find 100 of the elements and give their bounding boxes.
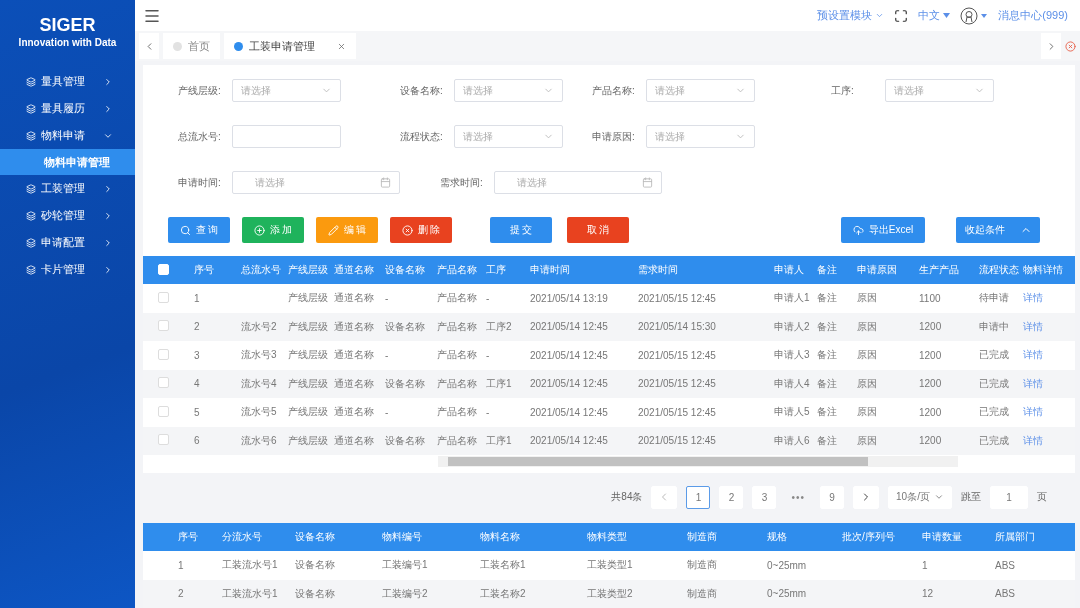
close-all-icon[interactable]	[1065, 40, 1076, 52]
chevron-icon	[103, 237, 113, 248]
action-button[interactable]: 编 辑	[316, 217, 378, 243]
date-field[interactable]: 请选择	[494, 171, 662, 194]
sidebar-item[interactable]: 砂轮管理	[0, 202, 135, 229]
table-cell: 工装编号2	[382, 587, 428, 599]
page-size-select[interactable]: 10条/页	[888, 485, 952, 509]
column-header: 生产产品	[918, 256, 978, 284]
table-cell: 2021/05/15 12:45	[638, 292, 716, 304]
table-cell: 2021/05/14 12:45	[530, 321, 608, 333]
table-cell: 1200	[919, 406, 942, 418]
column-header: 批次/序列号	[840, 523, 920, 551]
select-field[interactable]: 请选择	[454, 79, 563, 102]
sidebar-item[interactable]: 申请配置	[0, 229, 135, 256]
fullscreen-icon[interactable]	[894, 8, 909, 23]
select-field[interactable]: 请选择	[646, 125, 755, 148]
checkbox[interactable]	[158, 348, 169, 360]
sidebar-item[interactable]: 物料申请	[0, 122, 135, 149]
action-button[interactable]: 导出Excel	[841, 217, 925, 243]
table-cell: 通道名称	[334, 320, 374, 332]
table-cell: 已完成	[979, 406, 1009, 418]
table-cell: 流水号4	[241, 377, 277, 389]
table-cell: 5	[194, 406, 200, 418]
column-header: 申请人	[773, 256, 816, 284]
date-field[interactable]: 请选择	[232, 171, 400, 194]
detail-link[interactable]: 详情	[1023, 406, 1043, 418]
select-field[interactable]: 请选择	[232, 79, 341, 102]
column-header: 分流水号	[220, 523, 293, 551]
table-cell: 设备名称	[385, 320, 425, 332]
action-button[interactable]: 查 询	[168, 217, 230, 243]
table-cell: 待申请	[979, 292, 1009, 304]
page-button[interactable]: 1	[686, 485, 711, 509]
action-button[interactable]: 添 加	[242, 217, 304, 243]
language-dropdown[interactable]: 中文	[918, 8, 951, 24]
checkbox[interactable]	[158, 377, 169, 389]
select-field[interactable]: 请选择	[885, 79, 994, 102]
input-field[interactable]	[232, 125, 341, 148]
table-cell: 2021/05/15 12:45	[638, 349, 716, 361]
table-cell: 2021/05/14 12:45	[530, 406, 608, 418]
action-button[interactable]: 收起条件	[956, 217, 1040, 243]
sidebar-subitem[interactable]: 物料申请管理	[0, 149, 135, 175]
action-button[interactable]: 删 除	[390, 217, 452, 243]
select-field[interactable]: 请选择	[454, 125, 563, 148]
sidebar-item[interactable]: 量具管理	[0, 68, 135, 95]
jump-field[interactable]: 1	[990, 485, 1028, 509]
table-cell: 工序1	[486, 377, 512, 389]
table-cell: 已完成	[979, 434, 1009, 446]
table-cell: 2	[178, 588, 184, 600]
column-header: 物料名称	[478, 523, 585, 551]
tab[interactable]: 首页	[163, 33, 220, 60]
column-header: 备注	[816, 256, 856, 284]
action-button[interactable]: 提 交	[490, 217, 552, 243]
close-icon[interactable]	[337, 41, 346, 51]
prev-page-button[interactable]	[651, 485, 678, 509]
tab[interactable]: 工装申请管理	[224, 33, 356, 60]
detail-link[interactable]: 详情	[1023, 292, 1043, 304]
table-cell: 工序1	[486, 434, 512, 446]
page-button[interactable]: 3	[752, 485, 777, 509]
table-cell: 产线层级	[288, 349, 328, 361]
message-center-link[interactable]: 消息中心(999)	[998, 8, 1068, 24]
logo-tagline: Innovation with Data	[18, 37, 117, 48]
module-dropdown[interactable]: 预设置模块	[817, 8, 885, 24]
table-cell: 工装名称2	[480, 587, 526, 599]
detail-link[interactable]: 详情	[1023, 434, 1043, 446]
detail-link[interactable]: 详情	[1023, 377, 1043, 389]
table-cell: 2021/05/14 12:45	[530, 349, 608, 361]
checkbox[interactable]	[158, 405, 169, 417]
detail-link[interactable]: 详情	[1023, 320, 1043, 332]
chevron-icon	[103, 183, 113, 194]
page-button[interactable]: 9	[820, 485, 844, 509]
table-cell: 申请人2	[774, 320, 810, 332]
next-page-button[interactable]	[853, 485, 879, 509]
cloud-icon	[852, 224, 864, 236]
table-cell: 制造商	[687, 559, 717, 571]
tab-dot-icon	[173, 41, 182, 51]
table-cell: 2021/05/14 12:45	[530, 378, 608, 390]
table-cell: 1200	[919, 435, 942, 447]
checkbox[interactable]	[158, 320, 169, 332]
plus-icon	[253, 224, 265, 236]
sidebar-item[interactable]: 卡片管理	[0, 256, 135, 283]
jump-label: 跳至	[961, 490, 981, 504]
calendar-icon	[380, 177, 391, 188]
table-cell: -	[385, 349, 389, 361]
layers-icon	[26, 210, 36, 221]
select-field[interactable]: 请选择	[646, 79, 755, 102]
page-button[interactable]: 2	[719, 485, 744, 509]
sidebar-item[interactable]: 量具履历	[0, 95, 135, 122]
checkbox[interactable]	[158, 291, 169, 303]
table-cell: 2021/05/14 12:45	[530, 435, 608, 447]
avatar-icon[interactable]	[960, 6, 989, 25]
column-header: 产品名称	[436, 256, 485, 284]
action-button[interactable]: 取 消	[567, 217, 629, 243]
horizontal-scrollbar[interactable]	[438, 456, 958, 467]
table-cell: 6	[194, 435, 200, 447]
checkbox[interactable]	[158, 434, 169, 446]
column-header: 设备名称	[384, 256, 436, 284]
detail-link[interactable]: 详情	[1023, 349, 1043, 361]
sidebar-item[interactable]: 工装管理	[0, 175, 135, 202]
column-header: 物料编号	[380, 523, 478, 551]
table-cell: 设备名称	[295, 587, 335, 599]
